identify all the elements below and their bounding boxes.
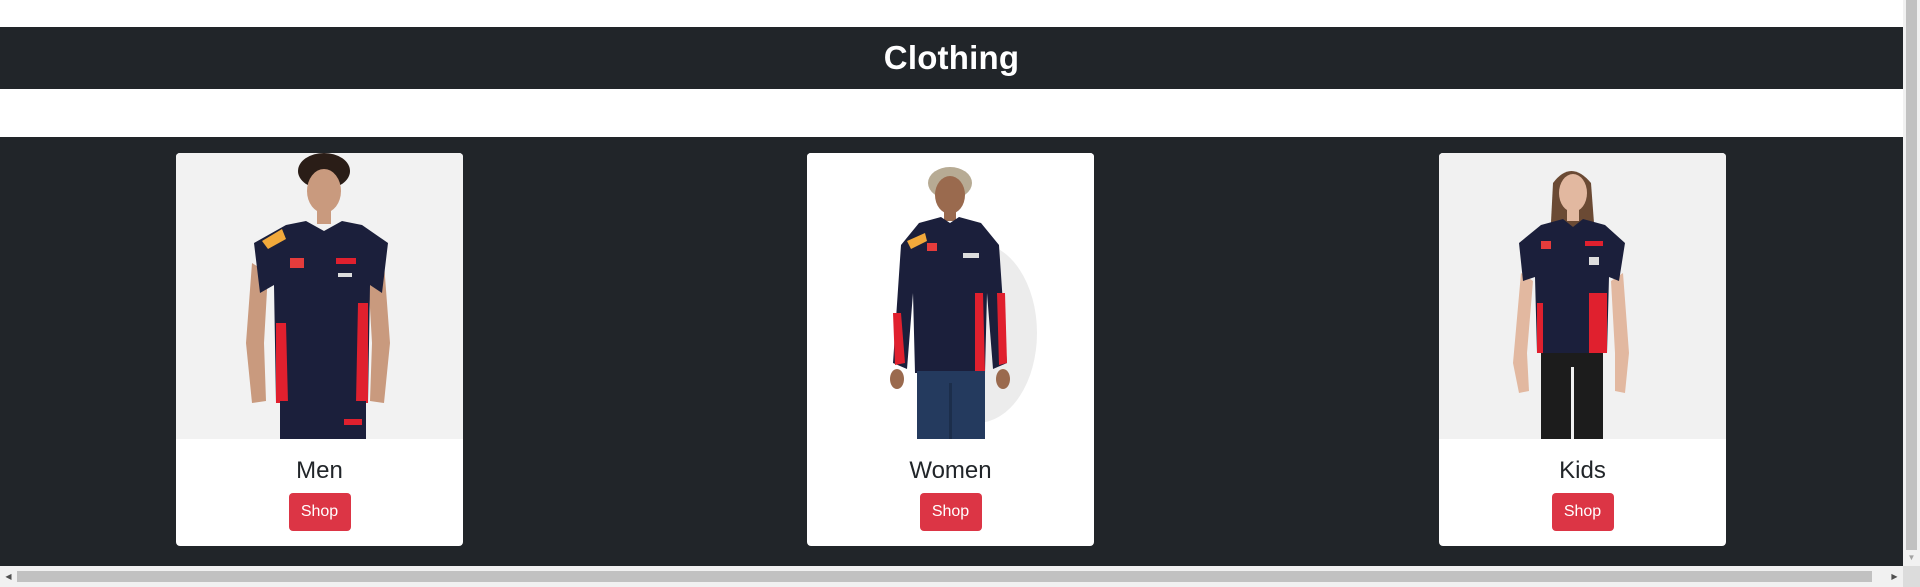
triangle-down-icon[interactable]: ▼ <box>1903 550 1920 566</box>
shop-men-button[interactable]: Shop <box>288 493 351 531</box>
men-photo[interactable] <box>176 153 463 439</box>
category-card-men: Men Shop <box>176 153 463 546</box>
women-photo[interactable] <box>807 153 1094 439</box>
horizontal-scrollbar[interactable]: ◀ ▶ <box>0 566 1903 587</box>
category-section: Men Shop Women Shop Kids Shop <box>0 137 1903 566</box>
vertical-scrollbar-thumb[interactable] <box>1906 0 1917 550</box>
triangle-left-icon[interactable]: ◀ <box>0 566 17 587</box>
kids-photo[interactable] <box>1439 153 1726 439</box>
category-name: Kids <box>1559 457 1606 484</box>
scrollbar-corner <box>1903 566 1920 587</box>
category-card-kids: Kids Shop <box>1439 153 1726 546</box>
category-card-women: Women Shop <box>807 153 1094 546</box>
men-model-image <box>176 153 463 439</box>
category-name: Men <box>296 457 343 484</box>
shop-kids-button[interactable]: Shop <box>1551 493 1614 531</box>
page-title: Clothing <box>883 39 1020 76</box>
category-name: Women <box>909 457 992 484</box>
page-header: Clothing <box>0 27 1903 89</box>
shop-women-button[interactable]: Shop <box>919 493 982 531</box>
vertical-scrollbar[interactable]: ▲ ▼ <box>1903 0 1920 566</box>
women-model-image <box>807 153 1094 439</box>
page: Clothing Men Shop Women Shop Kids Shop <box>0 0 1903 566</box>
triangle-right-icon[interactable]: ▶ <box>1886 566 1903 587</box>
horizontal-scrollbar-thumb[interactable] <box>17 571 1872 582</box>
kids-model-image <box>1439 153 1726 439</box>
